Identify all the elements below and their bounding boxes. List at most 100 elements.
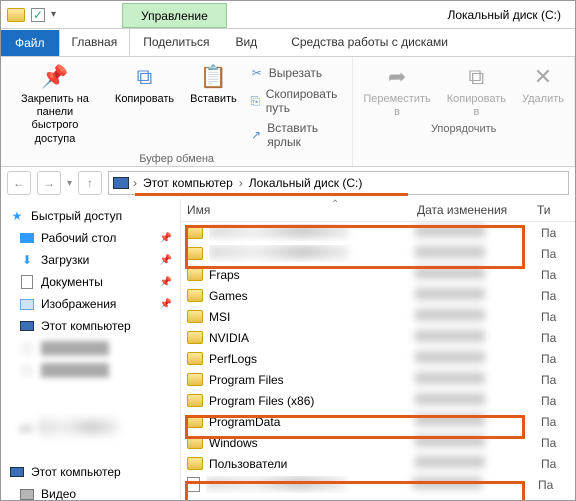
file-name: Program Files	[209, 373, 409, 387]
share-tab[interactable]: Поделиться	[130, 28, 222, 56]
file-row[interactable]: ПользователиПа	[181, 453, 575, 474]
downloads-icon: ⬇	[19, 252, 35, 268]
annotation-underline	[135, 193, 408, 196]
nav-forward-button[interactable]: →	[37, 171, 61, 195]
file-date	[415, 246, 485, 258]
copy-button[interactable]: ⧉ Копировать	[111, 61, 178, 108]
file-row[interactable]: GamesПа	[181, 285, 575, 306]
address-bar[interactable]: › Этот компьютер › Локальный диск (C:)	[108, 171, 569, 195]
contextual-tab-manage[interactable]: Управление	[122, 3, 227, 28]
sidebar-item-blurred[interactable]: ▢████████	[5, 359, 176, 381]
file-row[interactable]: NVIDIAПа	[181, 327, 575, 348]
file-type: Па	[541, 226, 556, 240]
file-row[interactable]: FrapsПа	[181, 264, 575, 285]
cut-button[interactable]: ✂Вырезать	[249, 63, 347, 83]
sidebar-item-this-pc-section[interactable]: Этот компьютер	[5, 461, 176, 483]
view-tab[interactable]: Вид	[222, 28, 270, 56]
file-date	[415, 225, 485, 237]
qat-dropdown-icon[interactable]: ▾	[51, 9, 56, 20]
organize-group-label: Упорядочить	[431, 121, 496, 135]
nav-back-button[interactable]: ←	[7, 171, 31, 195]
paste-icon: 📋	[199, 63, 227, 91]
column-header-date[interactable]: Дата изменения	[417, 203, 537, 217]
sidebar-item-documents[interactable]: Документы📌	[5, 271, 176, 293]
sidebar-item-blurred[interactable]: уд	[5, 417, 176, 437]
file-type: Па	[541, 247, 556, 261]
file-row[interactable]: MSIПа	[181, 306, 575, 327]
videos-icon	[20, 489, 34, 500]
copy-path-icon: ⎘	[249, 93, 262, 109]
copy-to-icon: ⧉	[462, 63, 490, 91]
delete-icon: ✕	[529, 63, 557, 91]
file-row[interactable]: ProgramData Па	[181, 411, 575, 432]
file-tab[interactable]: Файл	[1, 30, 59, 56]
folder-icon	[187, 436, 203, 449]
file-row[interactable]: PerfLogs Па	[181, 348, 575, 369]
app-icon	[7, 8, 25, 22]
pin-icon: 📌	[160, 233, 172, 244]
file-type: Па	[541, 415, 556, 429]
nav-up-button[interactable]: ↑	[78, 171, 102, 195]
sidebar-item-videos[interactable]: Видео	[5, 483, 176, 500]
file-name: NVIDIA	[209, 331, 409, 345]
sidebar-item-downloads[interactable]: ⬇Загрузки📌	[5, 249, 176, 271]
file-name: Games	[209, 289, 409, 303]
documents-icon	[21, 275, 33, 289]
pin-to-quick-access-button[interactable]: 📌 Закрепить на панели быстрого доступа	[7, 61, 103, 148]
folder-icon	[187, 247, 203, 260]
clipboard-group-label: Буфер обмена	[139, 151, 214, 165]
column-header-name[interactable]: Имя	[187, 203, 417, 217]
file-row[interactable]: Па	[181, 222, 575, 243]
file-row[interactable]: Program Files (x86)Па	[181, 390, 575, 411]
file-icon	[187, 477, 200, 492]
pictures-icon	[20, 299, 34, 310]
qat-properties-icon[interactable]: ✓	[31, 8, 45, 22]
file-row[interactable]: Па	[181, 474, 575, 495]
pin-icon: 📌	[160, 277, 172, 288]
copy-to-button[interactable]: ⧉ Копировать в	[443, 61, 510, 121]
folder-icon	[187, 268, 203, 281]
paste-button[interactable]: 📋 Вставить	[186, 61, 241, 108]
breadcrumb-sep-icon: ›	[239, 176, 243, 190]
file-type: Па	[541, 373, 556, 387]
file-row[interactable]: WindowsПа	[181, 432, 575, 453]
paste-shortcut-button[interactable]: ↗Вставить ярлык	[249, 119, 347, 151]
file-date	[415, 435, 485, 447]
pc-icon	[113, 177, 129, 189]
sidebar-item-blurred[interactable]: ▢████████	[5, 337, 176, 359]
desktop-icon	[20, 233, 34, 243]
shortcut-icon: ↗	[249, 127, 263, 143]
nav-history-dropdown[interactable]: ▾	[67, 178, 72, 189]
file-list: Имя ⌃ Дата изменения Ти ПаПаFrapsПаGames…	[181, 199, 575, 500]
move-to-icon: ➦	[383, 63, 411, 91]
folder-icon	[187, 289, 203, 302]
file-type: Па	[541, 352, 556, 366]
delete-button[interactable]: ✕ Удалить	[518, 61, 568, 108]
file-type: Па	[541, 457, 556, 471]
file-type: Па	[541, 310, 556, 324]
breadcrumb-leaf[interactable]: Локальный диск (C:)	[247, 176, 365, 190]
folder-icon	[187, 331, 203, 344]
file-type: Па	[541, 268, 556, 282]
navigation-pane: ★Быстрый доступ Рабочий стол📌 ⬇Загрузки📌…	[1, 199, 181, 500]
copy-path-button[interactable]: ⎘Скопировать путь	[249, 85, 347, 117]
home-tab[interactable]: Главная	[59, 28, 131, 56]
folder-icon	[187, 394, 203, 407]
file-date	[415, 456, 485, 468]
file-date	[415, 372, 485, 384]
folder-icon	[187, 373, 203, 386]
pc-icon	[10, 467, 24, 477]
sidebar-item-this-pc[interactable]: Этот компьютер	[5, 315, 176, 337]
sidebar-item-quick-access[interactable]: ★Быстрый доступ	[5, 205, 176, 227]
move-to-button[interactable]: ➦ Переместить в	[359, 61, 434, 121]
file-name: PerfLogs	[209, 352, 409, 366]
sidebar-item-pictures[interactable]: Изображения📌	[5, 293, 176, 315]
file-type: Па	[541, 394, 556, 408]
breadcrumb-root[interactable]: Этот компьютер	[141, 176, 235, 190]
sidebar-item-desktop[interactable]: Рабочий стол📌	[5, 227, 176, 249]
file-name: ProgramData	[209, 415, 409, 429]
file-row[interactable]: Па	[181, 243, 575, 264]
column-header-type[interactable]: Ти	[537, 203, 551, 217]
drive-tools-tab[interactable]: Средства работы с дисками	[278, 28, 461, 56]
file-row[interactable]: Program Files Па	[181, 369, 575, 390]
